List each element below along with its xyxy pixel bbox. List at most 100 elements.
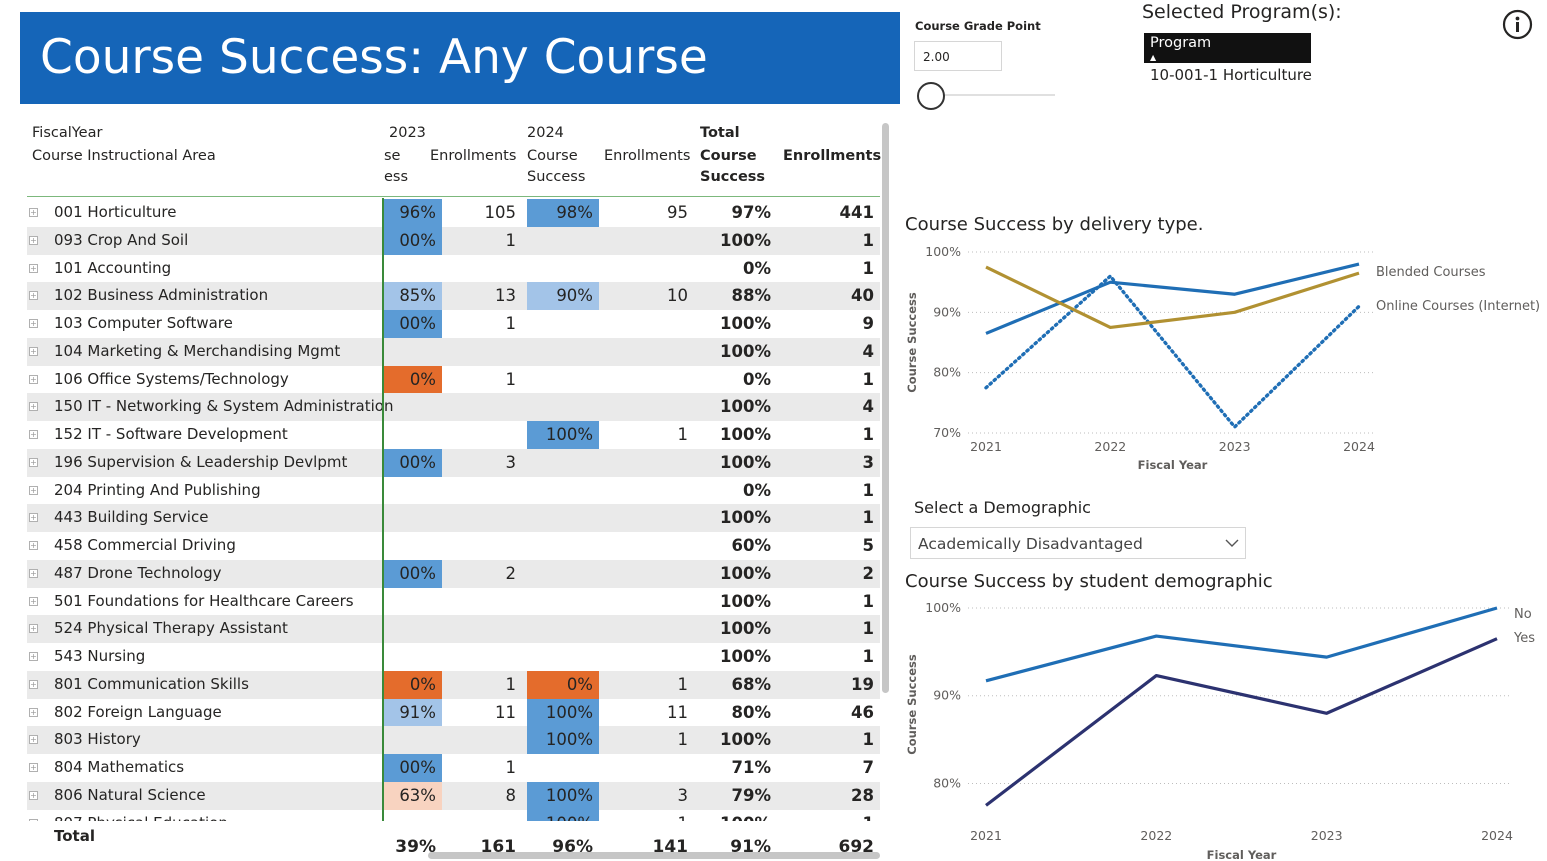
expand-icon[interactable]: + bbox=[29, 707, 38, 717]
expand-icon[interactable]: + bbox=[29, 430, 38, 439]
table-row[interactable]: +524 Physical Therapy Assistant 100% 1 bbox=[27, 615, 880, 644]
col-header-2024-course-success-2[interactable]: Success bbox=[527, 167, 585, 188]
table-row[interactable]: +103 Computer Software 00% 1 100% 9 bbox=[27, 310, 880, 338]
expand-icon[interactable]: + bbox=[29, 541, 38, 550]
expand-icon[interactable]: + bbox=[29, 402, 38, 412]
demographic-line-chart[interactable]: 80% 90% 100% 2021 2022 2023 2024 Fiscal Year Cou… bbox=[900, 594, 1547, 861]
cell-2023-enrollments bbox=[442, 532, 522, 560]
col-header-2024-course-success-1[interactable]: Course bbox=[527, 146, 578, 167]
table-row[interactable]: +806 Natural Science 63% 8 100% 3 79% 28 bbox=[27, 781, 880, 810]
demographic-dropdown[interactable]: Academically Disadvantaged bbox=[910, 527, 1246, 559]
table-row[interactable]: +501 Foundations for Healthcare Careers 1… bbox=[27, 588, 880, 616]
col-header-total[interactable]: Total bbox=[700, 123, 740, 144]
expand-icon[interactable]: + bbox=[29, 624, 38, 634]
cell-2023-enrollments: 13 bbox=[495, 286, 516, 306]
legend-label: No bbox=[1514, 607, 1532, 622]
cell-2023-course-success bbox=[382, 504, 442, 532]
table-row[interactable]: +104 Marketing & Merchandising Mgmt 100% 4 bbox=[27, 337, 880, 366]
cell-2023-enrollments: 1 bbox=[505, 314, 517, 333]
grade-point-input[interactable]: 2.00 bbox=[914, 41, 1002, 71]
program-value[interactable]: 10-001-1 Horticulture bbox=[1150, 66, 1312, 84]
cell-2023-course-success bbox=[382, 477, 442, 505]
expand-icon[interactable]: + bbox=[29, 291, 38, 301]
cell-2024-course-success: 100% bbox=[527, 726, 599, 755]
course-success-matrix[interactable]: FiscalYear Course Instructional Area 202… bbox=[20, 118, 890, 861]
frozen-column-divider bbox=[382, 198, 384, 838]
row-instructional-area: 150 IT - Networking & System Administrat… bbox=[54, 397, 394, 416]
series-line[interactable] bbox=[985, 262, 1360, 335]
info-icon[interactable] bbox=[1502, 9, 1533, 40]
cell-total-enrollments: 7 bbox=[862, 758, 874, 777]
cell-total-course-success: 100% bbox=[720, 563, 771, 583]
cell-2023-course-success: 00% bbox=[382, 559, 442, 588]
table-row[interactable]: +001 Horticulture 96% 105 98% 95 97% 441 bbox=[27, 199, 880, 227]
cell-2023-enrollments bbox=[442, 643, 522, 671]
table-row[interactable]: +801 Communication Skills 0% 1 0% 1 68% 19 bbox=[27, 670, 880, 699]
col-header-fiscalyear[interactable]: FiscalYear bbox=[32, 123, 102, 144]
grade-point-slider-track[interactable] bbox=[930, 94, 1055, 96]
expand-icon[interactable]: + bbox=[29, 679, 38, 689]
expand-icon[interactable]: + bbox=[29, 790, 38, 800]
table-row[interactable]: +204 Printing And Publishing 0% 1 bbox=[27, 477, 880, 505]
expand-icon[interactable]: + bbox=[29, 208, 38, 217]
table-row[interactable]: +443 Building Service 100% 1 bbox=[27, 504, 880, 533]
delivery-type-line-chart[interactable]: 70% 80% 90% 100% 2021 2022 2023 2024 Fiscal Year… bbox=[900, 238, 1547, 478]
cell-2023-enrollments bbox=[442, 338, 522, 366]
col-header-instructional-area[interactable]: Course Instructional Area bbox=[32, 146, 216, 167]
expand-icon[interactable]: + bbox=[29, 513, 38, 523]
expand-icon[interactable]: + bbox=[29, 263, 38, 273]
expand-icon[interactable]: + bbox=[29, 485, 38, 495]
table-row[interactable]: +487 Drone Technology 00% 2 100% 2 bbox=[27, 559, 880, 588]
expand-icon[interactable]: + bbox=[29, 596, 38, 606]
col-header-total-course-success-2[interactable]: Success bbox=[700, 167, 765, 188]
expand-icon[interactable]: + bbox=[29, 235, 38, 245]
row-instructional-area: 801 Communication Skills bbox=[54, 674, 249, 693]
table-row[interactable]: +802 Foreign Language 91% 11 100% 11 80% 46 bbox=[27, 698, 880, 727]
expand-icon[interactable]: + bbox=[29, 319, 38, 328]
expand-icon[interactable]: + bbox=[29, 763, 38, 772]
expand-icon[interactable]: + bbox=[29, 457, 38, 467]
cell-total-enrollments: 1 bbox=[862, 619, 874, 639]
col-header-total-enrollments[interactable]: Enrollments bbox=[783, 146, 881, 167]
table-row[interactable]: +196 Supervision & Leadership Devlpmt 00%… bbox=[27, 448, 880, 477]
table-row[interactable]: +150 IT - Networking & System Administra… bbox=[27, 393, 880, 422]
x-tick-label: 2024 bbox=[1481, 828, 1513, 843]
cell-total-enrollments: 28 bbox=[851, 785, 874, 805]
table-row[interactable]: +543 Nursing 100% 1 bbox=[27, 643, 880, 671]
expand-icon[interactable]: + bbox=[29, 346, 38, 356]
table-row[interactable]: +152 IT - Software Development 100% 1 100% 1 bbox=[27, 421, 880, 449]
series-line[interactable] bbox=[985, 637, 1498, 807]
program-column-header[interactable]: Program ▲ bbox=[1144, 33, 1311, 63]
chevron-down-icon bbox=[1225, 539, 1239, 547]
cell-2024-course-success: 0% bbox=[527, 670, 599, 699]
cell-total-course-success: 97% bbox=[731, 203, 772, 222]
expand-icon[interactable]: + bbox=[29, 568, 38, 578]
series-line[interactable] bbox=[985, 606, 1498, 683]
table-row[interactable]: +106 Office Systems/Technology 0% 1 0% 1 bbox=[27, 365, 880, 394]
col-header-total-course-success-1[interactable]: Course bbox=[700, 146, 757, 167]
cell-2024-course-success bbox=[527, 338, 599, 366]
horizontal-scrollbar[interactable] bbox=[428, 852, 880, 859]
series-line[interactable] bbox=[984, 274, 1361, 429]
table-row[interactable]: +804 Mathematics 00% 1 71% 7 bbox=[27, 754, 880, 782]
col-header-2023[interactable]: 2023 bbox=[389, 123, 426, 144]
cell-total-enrollments: 4 bbox=[862, 341, 874, 361]
table-row[interactable]: +093 Crop And Soil 00% 1 100% 1 bbox=[27, 226, 880, 255]
col-header-2024[interactable]: 2024 bbox=[527, 123, 564, 144]
col-header-2023-course-success-1[interactable]: se bbox=[384, 146, 400, 167]
cell-2023-enrollments bbox=[442, 255, 522, 283]
col-header-2023-course-success-2[interactable]: ess bbox=[384, 167, 408, 188]
table-row[interactable]: +458 Commercial Driving 60% 5 bbox=[27, 532, 880, 560]
table-row[interactable]: +803 History 100% 1 100% 1 bbox=[27, 726, 880, 755]
vertical-scrollbar[interactable] bbox=[882, 123, 889, 693]
cell-total-course-success: 100% bbox=[720, 425, 771, 444]
cell-2024-course-success bbox=[527, 532, 599, 560]
col-header-2024-enrollments[interactable]: Enrollments bbox=[604, 146, 690, 167]
col-header-2023-enrollments[interactable]: Enrollments bbox=[430, 146, 516, 167]
expand-icon[interactable]: + bbox=[29, 374, 38, 384]
table-row[interactable]: +102 Business Administration 85% 13 90% 10 88… bbox=[27, 282, 880, 311]
table-row[interactable]: +101 Accounting 0% 1 bbox=[27, 255, 880, 283]
expand-icon[interactable]: + bbox=[29, 735, 38, 745]
expand-icon[interactable]: + bbox=[29, 652, 38, 661]
grade-point-slider-handle[interactable] bbox=[917, 82, 945, 110]
